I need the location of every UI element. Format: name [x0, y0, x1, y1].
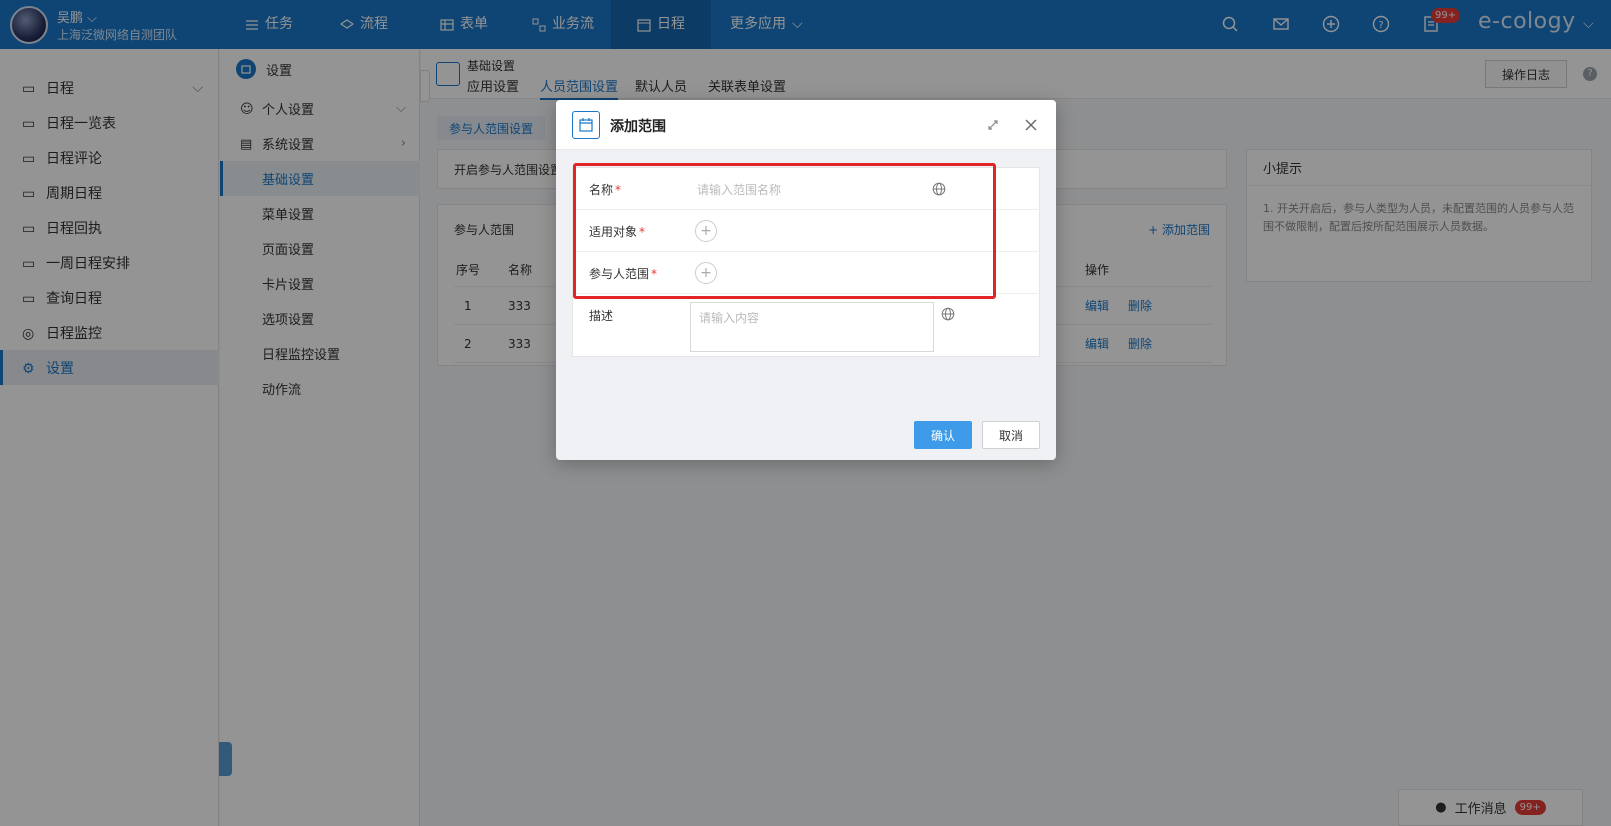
description-field-row: 描述 请输入内容: [573, 294, 1041, 358]
description-label: 描述: [589, 309, 614, 323]
confirm-button[interactable]: 确认: [914, 421, 972, 449]
description-textarea[interactable]: 请输入内容: [690, 302, 934, 352]
dialog-title: 添加范围: [610, 119, 666, 135]
highlight-box: [573, 163, 996, 299]
globe-icon[interactable]: [941, 307, 955, 321]
dialog-header: 添加范围: [556, 100, 1056, 150]
cancel-button[interactable]: 取消: [982, 421, 1040, 449]
close-icon[interactable]: [1023, 117, 1039, 133]
expand-icon[interactable]: [986, 118, 1000, 132]
calendar-icon: [572, 111, 600, 139]
